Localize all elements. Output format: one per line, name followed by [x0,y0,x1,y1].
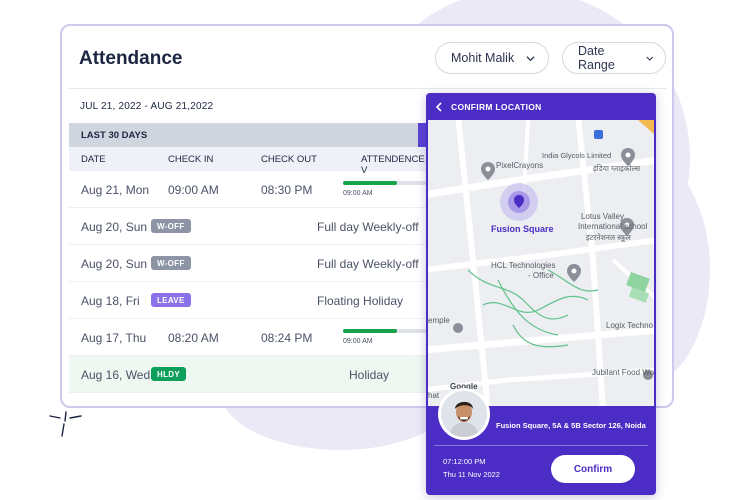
avatar-photo [441,391,487,437]
attendance-progress-label: 09:00 AM [343,338,373,345]
map-label-fusion-square: Fusion Square [491,224,554,234]
row-date: Aug 18, Fri [81,294,140,308]
table-row[interactable]: Aug 20, Sun W-OFF Full day Weekly-off [69,208,429,245]
map-label-logix: Logix Techno [606,321,653,330]
table-header: DATE CHECK IN CHECK OUT ATTENDENCE V [69,147,429,176]
map-label-lotus-valley-2: International school [578,222,648,231]
map-label-temple: emple [428,316,450,325]
map-label-india-glycols-hindi: इंडिया ग्लाइकोल्स [593,164,641,173]
status-badge: W-OFF [151,219,191,233]
map-label-lotus-valley-hindi: इंटरनेशनल स्कूल [586,233,631,242]
back-arrow-icon[interactable] [435,101,443,112]
table-row[interactable]: Aug 21, Mon 09:00 AM 08:30 PM 09:00 AM [69,171,433,208]
map-label-india-glycols: India Glycols Limited [542,151,612,160]
status-badge: LEAVE [151,293,191,307]
row-date: Aug 20, Sun [81,257,148,271]
row-date: Aug 16, Wed [81,368,151,382]
attendance-progress-bar [343,181,433,185]
attendance-progress-fill [343,329,397,333]
map-label-lotus-valley: Lotus Valley [581,212,624,221]
table-row[interactable]: Aug 18, Fri LEAVE Floating Holiday [69,282,429,319]
header-date: DATE [81,154,106,165]
map-label-pixelcrayons: PixelCrayons [496,161,544,170]
row-check-in: 08:20 AM [168,331,219,345]
address-text: Fusion Square, 5A & 5B Sector 126, Noida [496,421,646,430]
date-range-dropdown[interactable]: Date Range [562,42,666,74]
row-note: Full day Weekly-off [317,220,419,234]
timestamp-time: 07:12:00 PM [443,457,486,466]
chevron-down-icon [645,56,653,61]
row-check-in: 09:00 AM [168,183,219,197]
attendance-progress-label: 09:00 AM [343,190,373,197]
timestamp-date: Thu 11 Nov 2022 [443,470,500,479]
confirm-location-panel: CONFIRM LOCATION PixelCrayons India Glyc… [426,93,656,495]
date-range-text: JUL 21, 2022 - AUG 21,2022 [80,101,214,112]
location-map[interactable]: PixelCrayons India Glycols Limited इंडिय… [428,120,654,406]
table-row[interactable]: Aug 17, Thu 08:20 AM 08:24 PM 09:00 AM [69,319,433,356]
period-label: LAST 30 DAYS [81,129,148,141]
row-check-out: 08:24 PM [261,331,313,345]
employee-dropdown-label: Mohit Malik [451,51,515,65]
table-row[interactable]: Aug 16, Wed HLDY Holiday [69,356,429,393]
panel-divider [434,445,648,446]
status-badge: W-OFF [151,256,191,270]
date-range-dropdown-label: Date Range [578,44,615,72]
person-icon [441,391,487,437]
row-note: Full day Weekly-off [317,257,419,271]
employee-dropdown[interactable]: Mohit Malik [435,42,549,74]
sparkle-decoration [49,411,82,437]
table-row[interactable]: Aug 20, Sun W-OFF Full day Weekly-off [69,245,429,282]
chevron-down-icon [526,55,535,61]
period-band: LAST 30 DAYS [69,123,429,147]
row-check-out: 08:30 PM [261,183,313,197]
row-date: Aug 21, Mon [81,183,150,197]
divider [68,88,666,89]
header-check-out: CHECK OUT [261,154,317,165]
map-label-hcl-office: - Office [528,271,554,280]
avatar [438,388,490,440]
map-label-hcl: HCL Technologies [491,261,556,270]
map-label-jubilant: Jubilant Food Wo [592,368,654,377]
confirm-button[interactable]: Confirm [551,455,635,483]
map-label-bhat: hat [428,391,440,400]
panel-header: CONFIRM LOCATION [426,93,656,120]
attendance-progress-fill [343,181,397,185]
status-badge: HLDY [151,367,186,381]
attendance-progress-bar [343,329,433,333]
row-date: Aug 20, Sun [81,220,148,234]
row-date: Aug 17, Thu [81,331,147,345]
panel-title: CONFIRM LOCATION [451,101,542,112]
header-check-in: CHECK IN [168,154,214,165]
row-note: Floating Holiday [317,294,404,308]
row-note: Holiday [349,368,390,382]
page-title: Attendance [79,48,183,69]
